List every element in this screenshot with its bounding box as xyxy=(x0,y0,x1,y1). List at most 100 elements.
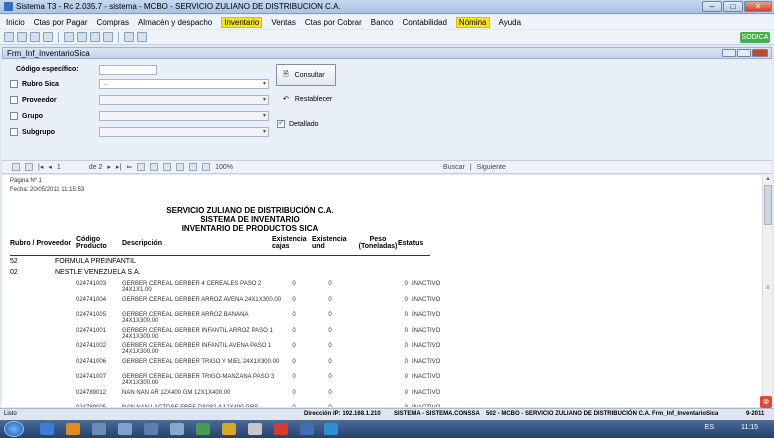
toolbar-separator: | xyxy=(469,163,472,171)
next-page-icon[interactable]: ▸ xyxy=(107,163,111,171)
chrome-icon[interactable] xyxy=(66,423,80,435)
menu-almacen[interactable]: Almacén y despacho xyxy=(138,18,212,27)
subgrupo-select[interactable]: ▾ xyxy=(99,127,269,137)
cell-exist-cajas: 0 xyxy=(292,312,296,318)
language-indicator[interactable]: ES xyxy=(705,424,714,431)
detallado-checkbox[interactable] xyxy=(277,118,285,128)
page-current-input[interactable]: 1 xyxy=(57,164,61,171)
app-icon[interactable] xyxy=(324,423,338,435)
cell-exist-cajas: 0 xyxy=(292,296,296,303)
consultar-button[interactable]: 🗎 Consultar xyxy=(276,64,336,86)
grid-icon[interactable] xyxy=(17,32,27,42)
col-rubro: Rubro / Proveedor xyxy=(10,240,72,247)
cell-descripcion: GERBER CEREAL GERBER ARROZ AVENA 24X1X30… xyxy=(122,296,282,303)
table-row: 024741004 GERBER CEREAL GERBER ARROZ AVEN… xyxy=(2,297,762,311)
child-window-title-bar: Frm_Inf_InventarioSica xyxy=(2,47,772,59)
next-link[interactable]: Siguiente xyxy=(477,164,506,171)
menu-ctas-por-cobrar[interactable]: Ctas por Cobrar xyxy=(305,18,362,27)
stop-icon[interactable] xyxy=(137,163,146,171)
subgrupo-checkbox[interactable] xyxy=(10,128,18,136)
page-setup-icon[interactable] xyxy=(189,163,198,171)
cell-estatus: INACTIVO xyxy=(412,358,441,365)
cell-exist-cajas: 0 xyxy=(292,374,296,380)
grupo-checkbox[interactable] xyxy=(10,112,18,120)
report-viewer-toolbar: |◂ ◂ 1 de 2 ▸ ▸| ⇐ 100% Buscar | Siguien… xyxy=(2,160,772,174)
menu-contabilidad[interactable]: Contabilidad xyxy=(402,18,446,27)
grid-icon[interactable] xyxy=(4,32,14,42)
first-page-icon[interactable]: |◂ xyxy=(38,163,43,171)
cell-descripcion: GERBER CEREAL GERBER 4 CEREALES PASO 2 2… xyxy=(122,281,262,293)
cell-peso: 0 xyxy=(378,405,408,407)
edit-icon[interactable] xyxy=(90,32,100,42)
tools-icon[interactable] xyxy=(137,32,147,42)
app-icon[interactable] xyxy=(196,423,210,435)
main-toolbar xyxy=(0,30,774,45)
app-icon[interactable] xyxy=(300,423,314,435)
codigo-input[interactable] xyxy=(99,65,157,75)
report-scrollbar[interactable]: ▲ ≡ ▼ xyxy=(762,175,772,407)
menu-compras[interactable]: Compras xyxy=(97,18,129,27)
app-icon[interactable] xyxy=(274,423,288,435)
child-maximize-button[interactable] xyxy=(737,49,751,57)
rubro-checkbox[interactable] xyxy=(10,80,18,88)
restablecer-button[interactable]: ↶ Restablecer xyxy=(276,90,340,108)
menu-banco[interactable]: Banco xyxy=(371,18,394,27)
window-icon[interactable] xyxy=(170,423,184,435)
calc-icon[interactable] xyxy=(124,32,134,42)
menu-ventas[interactable]: Ventas xyxy=(271,18,295,27)
proveedor-checkbox[interactable] xyxy=(10,96,18,104)
scroll-thumb[interactable] xyxy=(764,185,772,225)
back-icon[interactable]: ⇐ xyxy=(126,163,132,171)
app-icon[interactable] xyxy=(118,423,132,435)
grupo-select[interactable]: ▾ xyxy=(99,111,269,121)
cell-codigo: 024789012 xyxy=(76,389,107,396)
last-page-icon[interactable]: ▸| xyxy=(116,163,121,171)
menu-ayuda[interactable]: Ayuda xyxy=(499,18,522,27)
prev-page-icon[interactable]: ◂ xyxy=(48,163,52,171)
print-icon[interactable] xyxy=(64,32,74,42)
t3-icon[interactable] xyxy=(144,423,158,435)
rubro-select[interactable]: ... ▾ xyxy=(99,79,269,89)
minimize-button[interactable]: – xyxy=(702,1,722,12)
ie-icon[interactable] xyxy=(40,423,54,435)
explorer-icon[interactable] xyxy=(92,423,106,435)
refresh-icon[interactable] xyxy=(150,163,159,171)
print-layout-icon[interactable] xyxy=(176,163,185,171)
maximize-button[interactable]: □ xyxy=(723,1,743,12)
cell-exist-und: 0 xyxy=(328,389,332,396)
export-icon[interactable] xyxy=(202,163,211,171)
child-close-button[interactable] xyxy=(752,49,768,57)
filters-panel: Código específico: Rubro Sica ... ▾ Prove… xyxy=(2,60,772,160)
help-icon[interactable] xyxy=(77,32,87,42)
child-minimize-button[interactable] xyxy=(722,49,736,57)
grid-icon[interactable] xyxy=(30,32,40,42)
close-button[interactable]: ✕ xyxy=(744,1,772,12)
grid-icon[interactable] xyxy=(43,32,53,42)
zoom-select[interactable]: 100% xyxy=(215,164,233,171)
cell-estatus: INACTIVO xyxy=(412,389,441,396)
menu-inventario[interactable]: Inventario xyxy=(221,16,263,28)
stop-icon[interactable] xyxy=(103,32,113,42)
proveedor-row: Proveedor xyxy=(10,96,57,104)
document-map-icon[interactable] xyxy=(12,163,20,171)
brand-logo: SODICA xyxy=(740,32,770,43)
app-icon[interactable] xyxy=(248,423,262,435)
menu-nomina[interactable]: Nómina xyxy=(455,16,490,28)
cell-estatus: INACTIVO xyxy=(412,296,441,303)
start-button[interactable] xyxy=(4,421,24,437)
print-icon[interactable] xyxy=(163,163,172,171)
proveedor-select[interactable]: ▾ xyxy=(99,95,269,105)
cell-codigo: 024741001 xyxy=(76,327,107,334)
cell-codigo: 024741006 xyxy=(76,358,107,365)
search-link[interactable]: Buscar xyxy=(443,164,465,171)
parent-report-icon[interactable] xyxy=(25,163,33,171)
cell-exist-cajas: 0 xyxy=(292,358,296,365)
rubro-row: Rubro Sica xyxy=(10,80,59,88)
notification-icon[interactable]: ⊗ xyxy=(760,396,772,408)
app-icon[interactable] xyxy=(222,423,236,435)
subgrupo-row: Subgrupo xyxy=(10,128,55,136)
menu-inicio[interactable]: Inicio xyxy=(6,18,25,27)
scroll-up-icon[interactable]: ▲ xyxy=(765,176,771,182)
cell-codigo: 024741005 xyxy=(76,312,107,318)
menu-ctas-por-pagar[interactable]: Ctas por Pagar xyxy=(34,18,88,27)
